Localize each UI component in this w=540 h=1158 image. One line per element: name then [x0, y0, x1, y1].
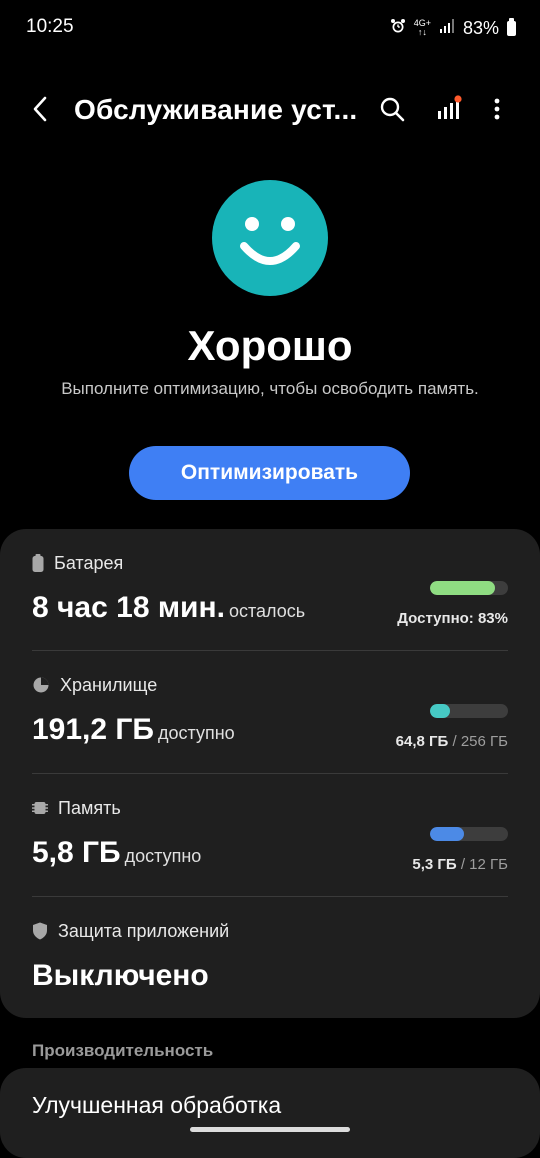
- status-time: 10:25: [26, 16, 74, 37]
- home-indicator[interactable]: [190, 1127, 350, 1132]
- battery-available: Доступно: 83%: [397, 610, 508, 627]
- smiley-face-icon: [212, 180, 328, 296]
- app-protection-label: Защита приложений: [58, 920, 230, 941]
- battery-icon: [507, 17, 516, 36]
- storage-usage-bar: [430, 704, 508, 718]
- battery-percent: 83%: [462, 17, 499, 38]
- storage-used: 64,8 ГБ: [395, 733, 449, 750]
- performance-section-header: Производительность: [32, 1041, 214, 1060]
- more-vert-icon: [494, 98, 500, 120]
- alarm-icon: [390, 18, 406, 39]
- shield-icon: [33, 922, 47, 940]
- search-icon: [380, 97, 405, 122]
- more-options-button[interactable]: [480, 92, 514, 126]
- battery-time-left: 8 час 18 мин.: [32, 591, 225, 624]
- enhanced-processing-item[interactable]: Улучшенная обработка: [32, 1092, 281, 1119]
- device-status-title: Хорошо: [187, 322, 353, 369]
- pie-chart-icon: [33, 677, 49, 693]
- memory-available-value: 5,8 ГБ: [32, 836, 121, 869]
- status-bar: 10:25 4G+ ↑↓ 83%: [0, 0, 540, 56]
- battery-suffix: осталось: [228, 601, 306, 621]
- storage-total: / 256 ГБ: [452, 733, 509, 750]
- memory-chip-icon: [32, 802, 48, 814]
- status-icons: 4G+ ↑↓ 83%: [390, 16, 516, 40]
- signal-bars-icon: [438, 95, 462, 119]
- memory-total: / 12 ГБ: [460, 856, 508, 873]
- battery-level-bar: [430, 581, 508, 595]
- search-button[interactable]: [375, 92, 409, 126]
- storage-suffix: доступно: [157, 723, 235, 743]
- storage-available-value: 191,2 ГБ: [32, 713, 154, 746]
- device-care-card: Батарея 8 час 18 мин. осталось Доступно: …: [0, 529, 540, 1018]
- memory-usage-fill: [430, 827, 465, 841]
- battery-item[interactable]: Батарея 8 час 18 мин. осталось Доступно: …: [0, 529, 540, 651]
- storage-usage-fill: [430, 704, 450, 718]
- memory-item[interactable]: Память 5,8 ГБ доступно 5,3 ГБ / 12 ГБ: [0, 774, 540, 896]
- device-status-subtitle: Выполните оптимизацию, чтобы освободить …: [61, 379, 479, 398]
- app-bar: Обслуживание уст...: [0, 78, 540, 142]
- app-protection-status: Выключено: [32, 959, 209, 992]
- storage-item[interactable]: Хранилище 191,2 ГБ доступно 64,8 ГБ / 256…: [0, 651, 540, 773]
- memory-suffix: доступно: [124, 846, 202, 866]
- network-icon: 4G+ ↑↓: [413, 18, 431, 37]
- battery-level-fill: [430, 581, 495, 595]
- chevron-left-icon: [33, 96, 47, 122]
- diagnostics-button[interactable]: [432, 92, 466, 126]
- page-title: Обслуживание уст...: [74, 94, 358, 125]
- memory-used: 5,3 ГБ: [412, 856, 457, 873]
- app-protection-item[interactable]: Защита приложений Выключено: [0, 897, 540, 1019]
- performance-card: Улучшенная обработка: [0, 1068, 540, 1158]
- memory-label: Память: [58, 797, 121, 818]
- signal-icon: [439, 18, 455, 39]
- back-button[interactable]: [24, 92, 58, 126]
- storage-label: Хранилище: [60, 674, 158, 695]
- battery-icon: [32, 554, 44, 572]
- optimize-button[interactable]: Оптимизировать: [129, 446, 410, 500]
- memory-usage-bar: [430, 827, 508, 841]
- battery-label: Батарея: [54, 552, 124, 573]
